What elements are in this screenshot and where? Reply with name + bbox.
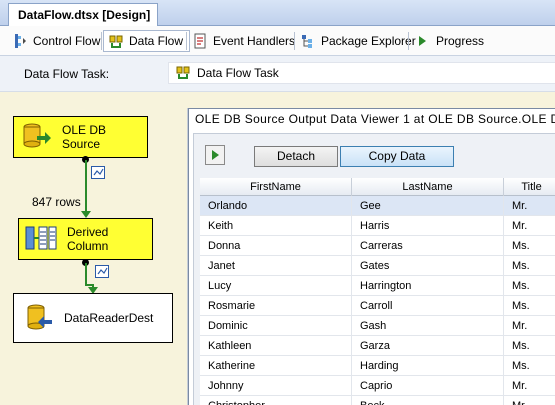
tab-label: Package Explorer bbox=[321, 34, 416, 48]
table-row[interactable]: Johnny Caprio Mr. bbox=[200, 376, 555, 396]
tab-label: Event Handlers bbox=[213, 34, 296, 48]
designer-tab-bar: Control Flow Data Flow Event Handlers Pa… bbox=[0, 26, 555, 56]
database-destination-icon bbox=[24, 302, 54, 335]
cell-title: Ms. bbox=[504, 336, 555, 356]
cell-firstname: Kathleen bbox=[200, 336, 352, 356]
data-viewer-body: Detach Copy Data FirstName LastName Titl… bbox=[193, 133, 555, 405]
datareader-destination-component[interactable]: DataReaderDest bbox=[13, 293, 173, 343]
table-row[interactable]: Kathleen Garza Ms. bbox=[200, 336, 555, 356]
cell-lastname: Caprio bbox=[352, 376, 504, 396]
table-row[interactable]: Rosmarie Carroll Ms. bbox=[200, 296, 555, 316]
data-flow-task-dropdown[interactable]: Data Flow Task bbox=[168, 62, 555, 84]
table-row[interactable]: Donna Carreras Ms. bbox=[200, 236, 555, 256]
tab-separator bbox=[294, 32, 295, 50]
tab-progress[interactable]: Progress bbox=[411, 30, 490, 52]
cell-lastname: Harris bbox=[352, 216, 504, 236]
progress-arrow-icon bbox=[415, 33, 431, 49]
tab-label: Data Flow bbox=[129, 34, 184, 48]
cell-firstname: Johnny bbox=[200, 376, 352, 396]
cell-firstname: Janet bbox=[200, 256, 352, 276]
table-row[interactable]: Janet Gates Ms. bbox=[200, 256, 555, 276]
cell-title: Ms. bbox=[504, 356, 555, 376]
cell-lastname: Gates bbox=[352, 256, 504, 276]
tab-separator bbox=[186, 32, 187, 50]
data-viewer-title[interactable]: OLE DB Source Output Data Viewer 1 at OL… bbox=[189, 109, 555, 131]
derived-column-icon bbox=[25, 224, 57, 255]
document-tab[interactable]: DataFlow.dtsx [Design] bbox=[8, 3, 159, 26]
column-header-title[interactable]: Title bbox=[504, 178, 555, 196]
data-viewer-icon[interactable] bbox=[91, 166, 105, 179]
cell-lastname: Harrington bbox=[352, 276, 504, 296]
component-label: OLE DB Source bbox=[62, 123, 107, 151]
table-row[interactable]: Dominic Gash Mr. bbox=[200, 316, 555, 336]
column-header-lastname[interactable]: LastName bbox=[352, 178, 504, 196]
grid-header: FirstName LastName Title bbox=[200, 178, 555, 196]
path-arrow-icon bbox=[81, 211, 91, 218]
cell-lastname: Gee bbox=[352, 196, 504, 216]
cell-title: Mr. bbox=[504, 216, 555, 236]
column-header-firstname[interactable]: FirstName bbox=[200, 178, 352, 196]
control-flow-icon bbox=[12, 33, 28, 49]
cell-title: Mr. bbox=[504, 396, 555, 405]
cell-firstname: Keith bbox=[200, 216, 352, 236]
cell-firstname: Orlando bbox=[200, 196, 352, 216]
cell-firstname: Dominic bbox=[200, 316, 352, 336]
tab-label: Control Flow bbox=[33, 34, 101, 48]
tab-control-flow[interactable]: Control Flow bbox=[8, 30, 106, 52]
cell-title: Mr. bbox=[504, 376, 555, 396]
component-label: Derived Column bbox=[67, 225, 109, 253]
cell-firstname: Christopher bbox=[200, 396, 352, 405]
cell-lastname: Carreras bbox=[352, 236, 504, 256]
cell-title: Mr. bbox=[504, 316, 555, 336]
document-tab-strip: DataFlow.dtsx [Design] bbox=[0, 0, 555, 26]
table-row[interactable]: Orlando Gee Mr. bbox=[200, 196, 555, 216]
task-bar: Data Flow Task: Data Flow Task bbox=[0, 56, 555, 92]
cell-title: Mr. bbox=[504, 196, 555, 216]
continue-button[interactable] bbox=[205, 145, 225, 165]
derived-column-component[interactable]: Derived Column bbox=[18, 218, 153, 260]
table-row[interactable]: Christopher Beck Mr. bbox=[200, 396, 555, 405]
cell-title: Ms. bbox=[504, 236, 555, 256]
tab-separator bbox=[408, 32, 409, 50]
tab-package-explorer[interactable]: Package Explorer bbox=[296, 30, 422, 52]
cell-firstname: Lucy bbox=[200, 276, 352, 296]
table-row[interactable]: Lucy Harrington Ms. bbox=[200, 276, 555, 296]
package-explorer-icon bbox=[300, 33, 316, 49]
cell-title: Ms. bbox=[504, 276, 555, 296]
data-grid[interactable]: FirstName LastName Title Orlando Gee Mr.… bbox=[200, 178, 555, 405]
tab-separator bbox=[101, 32, 102, 50]
selected-task-text: Data Flow Task bbox=[197, 66, 279, 80]
data-viewer-window: OLE DB Source Output Data Viewer 1 at OL… bbox=[188, 108, 555, 405]
data-viewer-icon[interactable] bbox=[95, 265, 109, 278]
cell-lastname: Garza bbox=[352, 336, 504, 356]
cell-title: Ms. bbox=[504, 296, 555, 316]
cell-lastname: Beck bbox=[352, 396, 504, 405]
detach-button[interactable]: Detach bbox=[254, 146, 338, 167]
data-flow-task-label: Data Flow Task: bbox=[24, 67, 110, 81]
data-flow-icon bbox=[108, 33, 124, 49]
cell-firstname: Rosmarie bbox=[200, 296, 352, 316]
ole-db-source-component[interactable]: OLE DB Source bbox=[13, 116, 148, 158]
table-row[interactable]: Katherine Harding Ms. bbox=[200, 356, 555, 376]
tab-data-flow[interactable]: Data Flow bbox=[103, 30, 191, 52]
event-handlers-icon bbox=[192, 33, 208, 49]
cell-lastname: Harding bbox=[352, 356, 504, 376]
data-path-connector[interactable] bbox=[85, 160, 87, 212]
cell-lastname: Carroll bbox=[352, 296, 504, 316]
cell-lastname: Gash bbox=[352, 316, 504, 336]
cell-firstname: Donna bbox=[200, 236, 352, 256]
table-row[interactable]: Keith Harris Mr. bbox=[200, 216, 555, 236]
tab-label: Progress bbox=[436, 34, 485, 48]
rows-count-label: 847 rows bbox=[32, 195, 81, 209]
data-path-connector[interactable] bbox=[85, 263, 87, 285]
tab-event-handlers[interactable]: Event Handlers bbox=[188, 30, 301, 52]
cell-title: Ms. bbox=[504, 256, 555, 276]
data-flow-task-icon bbox=[175, 64, 191, 83]
copy-data-button[interactable]: Copy Data bbox=[340, 146, 454, 167]
database-source-icon bbox=[22, 122, 52, 153]
component-label: DataReaderDest bbox=[64, 311, 154, 325]
cell-firstname: Katherine bbox=[200, 356, 352, 376]
